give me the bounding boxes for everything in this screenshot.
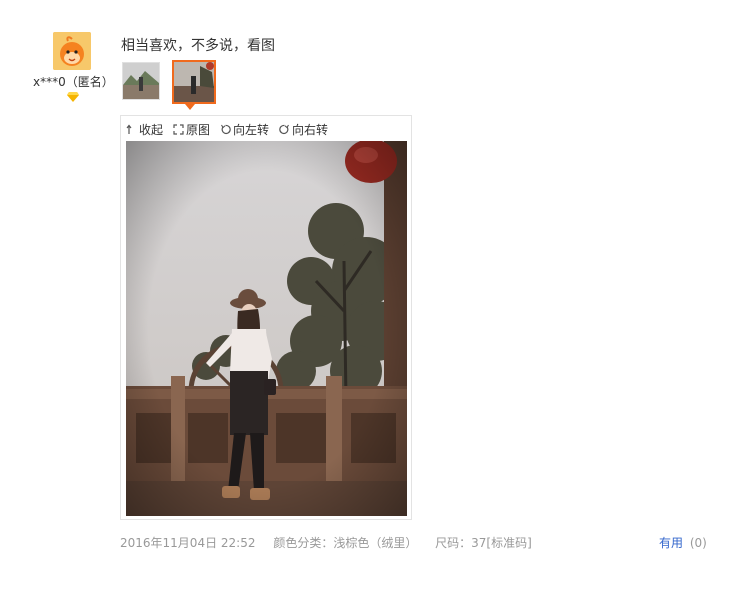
thumbnail-image [123, 63, 159, 99]
review-photo-image [126, 141, 407, 516]
rotate-left-label: 向左转 [233, 123, 270, 137]
rotate-left-button[interactable]: 向左转 [220, 121, 269, 138]
original-image-button[interactable]: 原图 [173, 121, 210, 138]
rotate-right-icon [279, 124, 290, 135]
expand-icon [173, 124, 184, 135]
user-name: x***0（匿名） [33, 75, 114, 89]
rotate-right-label: 向右转 [292, 123, 329, 137]
collapse-button[interactable]: 收起 [126, 121, 163, 138]
thumbnail-image [174, 62, 214, 102]
review-photo [126, 141, 407, 516]
rotate-left-icon [221, 124, 231, 135]
useful-vote: 有用 (0) [659, 534, 707, 551]
diamond-badge-icon [67, 92, 79, 102]
mascot-icon [53, 32, 91, 70]
user-avatar [53, 32, 91, 70]
rotate-right-button[interactable]: 向右转 [279, 121, 328, 138]
collapse-icon [126, 124, 132, 134]
review-meta: 2016年11月04日 22:52 颜色分类：浅棕色（绒里） 尺码：37[标准码… [120, 534, 546, 551]
photo-thumbnail-2[interactable] [172, 60, 216, 104]
collapse-label: 收起 [139, 123, 164, 137]
active-thumbnail-pointer [185, 104, 195, 110]
size-info: 尺码：37[标准码] [435, 536, 532, 550]
original-image-label: 原图 [186, 123, 211, 137]
photo-thumbnail-1[interactable] [122, 62, 160, 100]
review-date: 2016年11月04日 22:52 [120, 536, 256, 550]
useful-count: (0) [689, 536, 707, 550]
review-text: 相当喜欢，不多说，看图 [121, 38, 275, 54]
viewer-toolbar: 收起 原图 向左转 向右转 [126, 121, 328, 138]
color-category: 颜色分类：浅棕色（绒里） [273, 536, 418, 550]
useful-button[interactable]: 有用 [659, 536, 683, 550]
